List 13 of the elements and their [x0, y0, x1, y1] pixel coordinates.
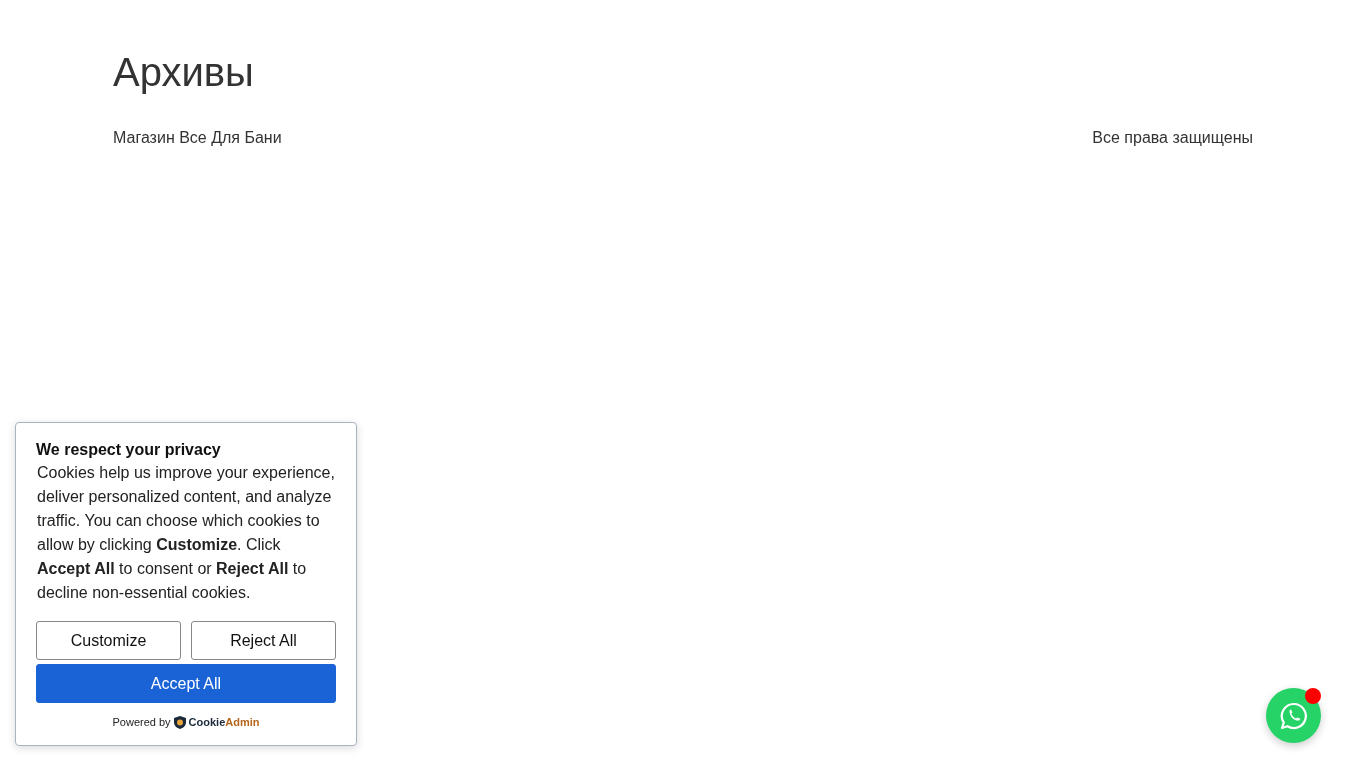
shield-icon: [173, 715, 186, 729]
brand-logo-text: CookieAdmin: [188, 715, 260, 730]
chat-bubble-icon: [1278, 700, 1309, 731]
cookie-title: We respect your privacy: [36, 440, 222, 460]
customize-button[interactable]: Customize: [36, 621, 181, 660]
chat-button[interactable]: [1266, 688, 1321, 743]
copyright-text: Все права защищены: [1092, 128, 1253, 148]
powered-by-text: Powered by: [112, 715, 171, 730]
site-name: Магазин Все Для Бани: [113, 128, 282, 148]
page-title: Архивы: [113, 49, 254, 96]
accept-all-button[interactable]: Accept All: [36, 664, 336, 703]
reject-all-button[interactable]: Reject All: [191, 621, 336, 660]
cookie-description: Cookies help us improve your experience, deliver personalized content, and analyze traffic. You can choose which cookies to allow by clicking Customize. Click Accept All to consent or Reject All to decline non-essential cookies.: [36, 463, 336, 603]
